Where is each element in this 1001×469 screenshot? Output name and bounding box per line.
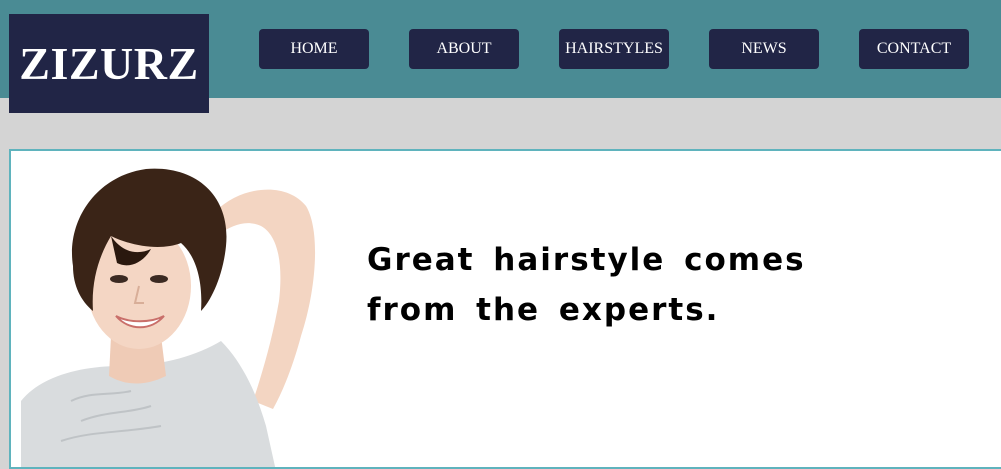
hero-woman-image [21, 168, 316, 467]
nav-home-button[interactable]: HOME [259, 29, 369, 69]
hero-headline-line-2: from the experts. [367, 292, 720, 328]
nav-news-button[interactable]: NEWS [709, 29, 819, 69]
hero-headline: Great hairstyle comes from the experts. [367, 235, 927, 335]
hero-banner: Great hairstyle comes from the experts. [9, 149, 1001, 469]
nav-about-button[interactable]: ABOUT [409, 29, 519, 69]
site-header: ZIZURZ HOME ABOUT HAIRSTYLES NEWS CONTAC… [0, 0, 1001, 113]
hero-headline-line-1: Great hairstyle comes [367, 242, 806, 278]
site-logo[interactable]: ZIZURZ [9, 14, 209, 113]
nav-hairstyles-button[interactable]: HAIRSTYLES [559, 29, 669, 69]
nav-contact-button[interactable]: CONTACT [859, 29, 969, 69]
